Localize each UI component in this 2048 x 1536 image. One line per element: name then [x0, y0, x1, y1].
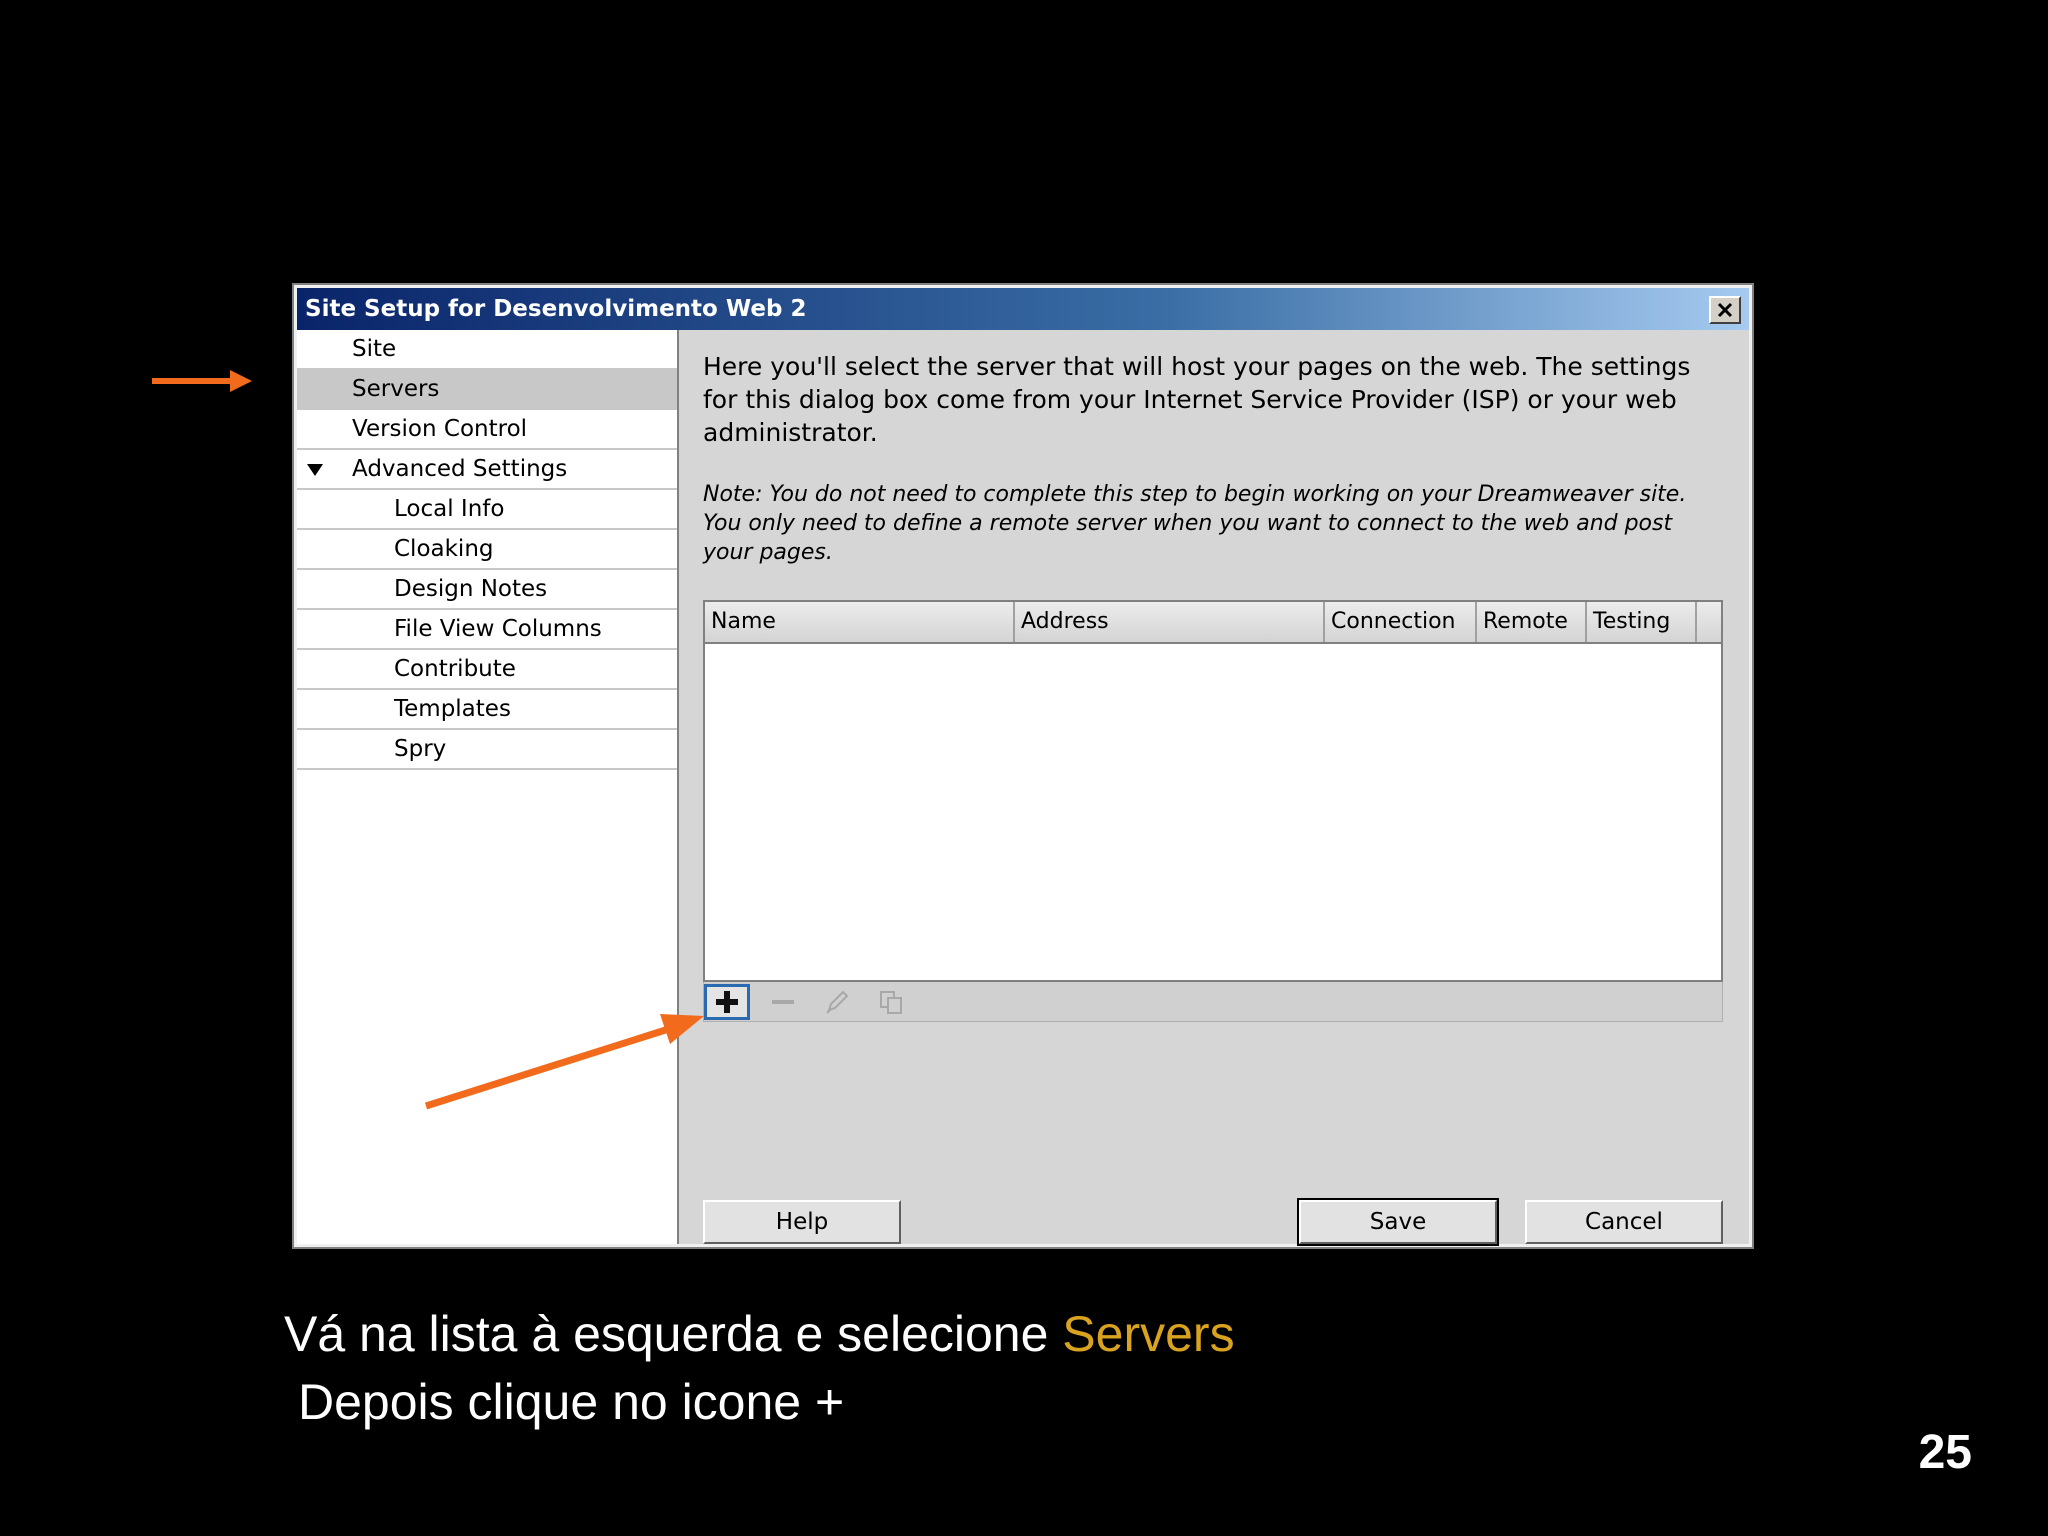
servers-panel: Here you'll select the server that will … — [679, 330, 1749, 1246]
minus-icon — [772, 1000, 794, 1004]
sidebar-item-label: Site — [352, 336, 397, 362]
column-header-address[interactable]: Address — [1015, 602, 1325, 642]
column-header-name[interactable]: Name — [705, 602, 1015, 642]
column-header-connection[interactable]: Connection — [1325, 602, 1477, 642]
table-body[interactable] — [705, 642, 1721, 980]
sidebar-item-spry[interactable]: Spry — [297, 730, 677, 770]
instruction-caption: Vá na lista à esquerda e selecione Serve… — [284, 1300, 1235, 1436]
page-number: 25 — [1918, 1426, 1972, 1479]
sidebar-item-label: Contribute — [394, 656, 516, 682]
remove-server-button[interactable] — [760, 984, 806, 1020]
sidebar-item-label: Advanced Settings — [352, 456, 568, 482]
edit-server-button[interactable] — [814, 984, 860, 1020]
sidebar-item-cloaking[interactable]: Cloaking — [297, 530, 677, 570]
caption-line-1: Vá na lista à esquerda e selecione Serve… — [284, 1300, 1235, 1368]
close-icon — [1717, 302, 1733, 318]
sidebar-item-label: File View Columns — [394, 616, 602, 642]
caption-highlight: Servers — [1062, 1306, 1235, 1362]
sidebar-item-label: Local Info — [394, 496, 505, 522]
sidebar-item-label: Version Control — [352, 416, 528, 442]
pencil-icon — [826, 990, 849, 1014]
help-button[interactable]: Help — [703, 1200, 901, 1244]
close-button[interactable] — [1709, 296, 1741, 324]
sidebar-item-file-view-columns[interactable]: File View Columns — [297, 610, 677, 650]
sidebar-item-advanced-settings[interactable]: Advanced Settings — [297, 450, 677, 490]
plus-icon — [716, 991, 738, 1013]
sidebar-item-label: Templates — [394, 696, 511, 722]
servers-table: Name Address Connection Remote Testing — [703, 600, 1723, 982]
save-button[interactable]: Save — [1297, 1198, 1499, 1246]
sidebar-item-design-notes[interactable]: Design Notes — [297, 570, 677, 610]
sidebar-item-contribute[interactable]: Contribute — [297, 650, 677, 690]
dialog-titlebar: Site Setup for Desenvolvimento Web 2 — [297, 288, 1749, 330]
arrow-to-servers — [152, 370, 252, 392]
sidebar-item-label: Design Notes — [394, 576, 548, 602]
dialog-title: Site Setup for Desenvolvimento Web 2 — [305, 296, 807, 322]
caption-line-1-text: Vá na lista à esquerda e selecione — [284, 1306, 1063, 1362]
sidebar-item-local-info[interactable]: Local Info — [297, 490, 677, 530]
sidebar-item-site[interactable]: Site — [297, 330, 677, 370]
sidebar-item-templates[interactable]: Templates — [297, 690, 677, 730]
sidebar-item-version-control[interactable]: Version Control — [297, 410, 677, 450]
expand-triangle-icon[interactable] — [307, 464, 323, 476]
servers-description: Here you'll select the server that will … — [703, 352, 1691, 447]
duplicate-server-button[interactable] — [868, 984, 914, 1020]
column-header-remote[interactable]: Remote — [1477, 602, 1587, 642]
sidebar-item-servers[interactable]: Servers — [297, 370, 677, 410]
server-toolbar — [703, 982, 1723, 1022]
sidebar-item-label: Spry — [394, 736, 447, 762]
add-server-button[interactable] — [704, 984, 750, 1020]
table-header: Name Address Connection Remote Testing — [705, 602, 1721, 644]
sidebar-item-label: Cloaking — [394, 536, 494, 562]
servers-note: Note: You do not need to complete this s… — [703, 482, 1687, 565]
sidebar-item-label: Servers — [352, 376, 440, 402]
cancel-button[interactable]: Cancel — [1525, 1200, 1723, 1244]
caption-line-2: Depois clique no icone + — [298, 1374, 845, 1430]
column-header-testing[interactable]: Testing — [1587, 602, 1697, 642]
arrow-to-add-button — [424, 1014, 704, 1110]
duplicate-icon — [880, 991, 902, 1014]
